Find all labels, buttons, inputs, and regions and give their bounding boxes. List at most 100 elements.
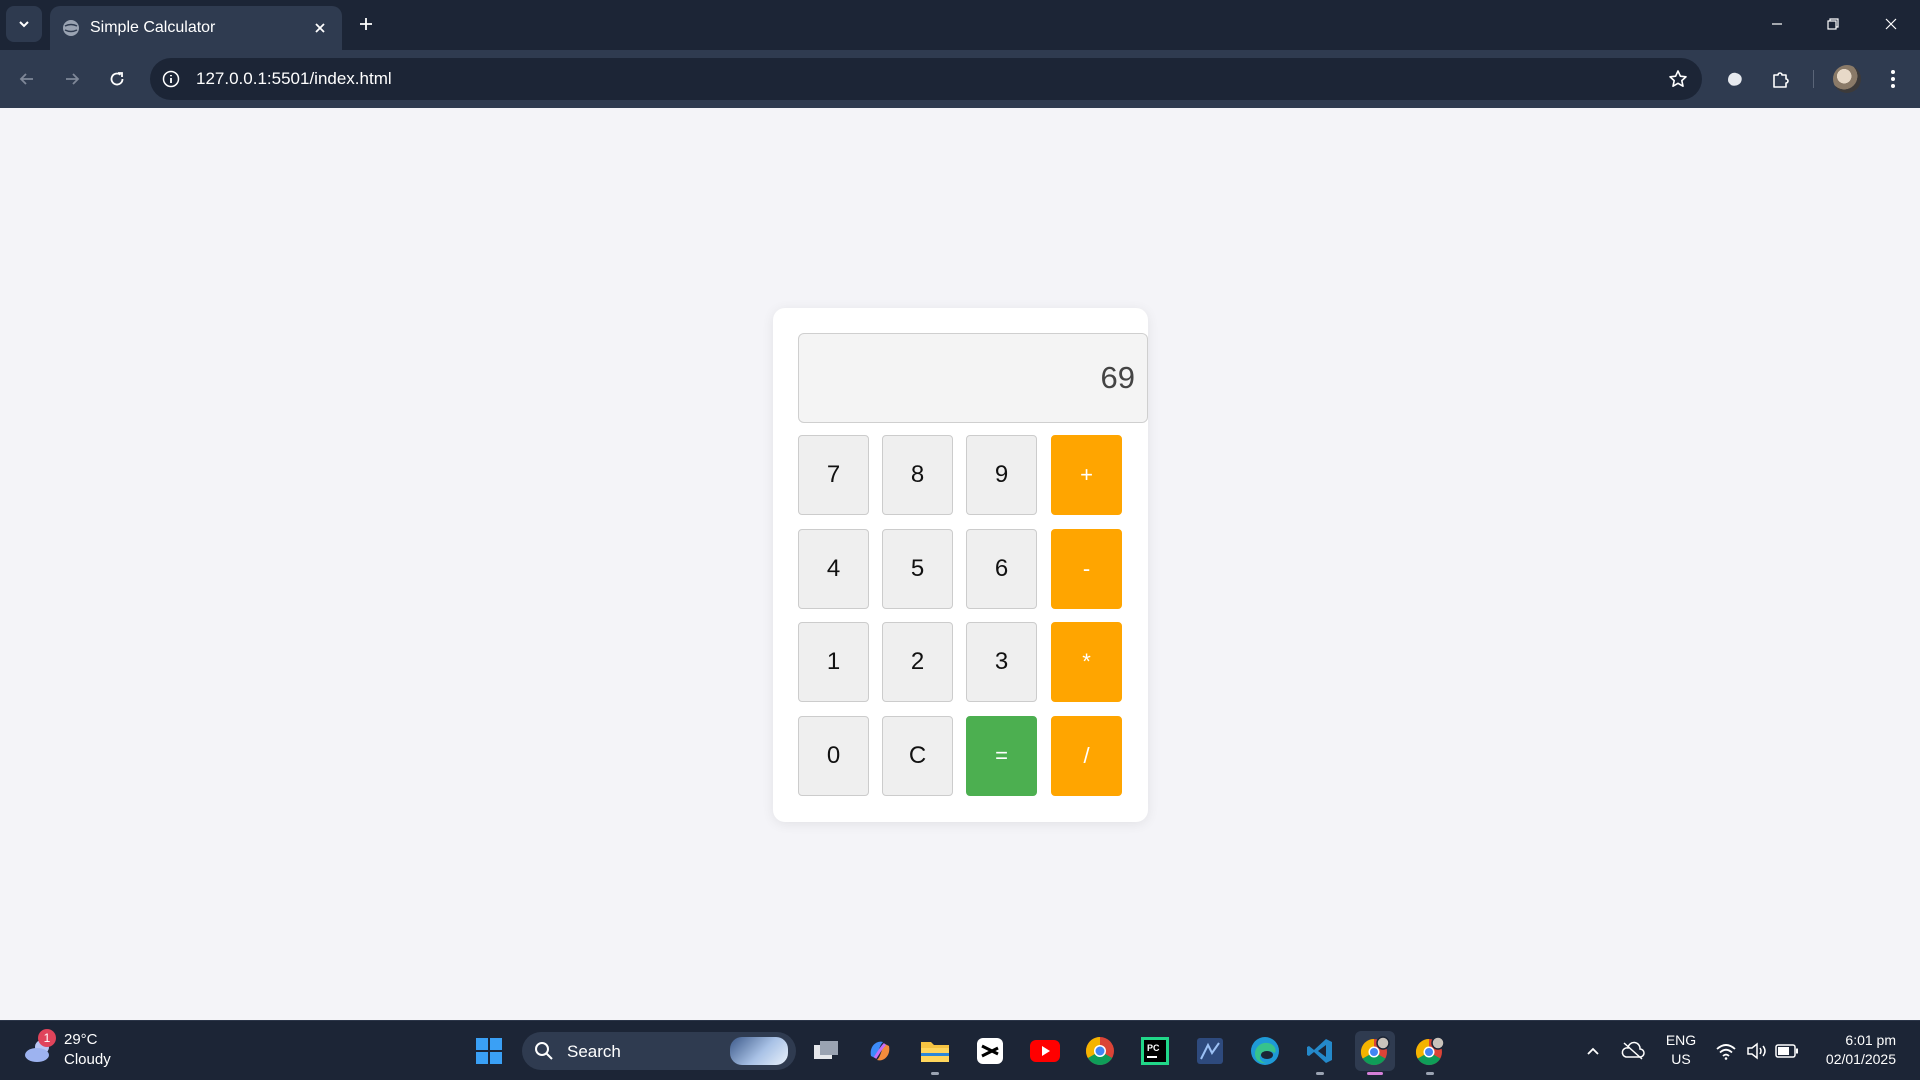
info-icon: [162, 70, 180, 88]
restore-button[interactable]: [1815, 10, 1851, 38]
capcut-icon: [977, 1038, 1003, 1064]
pycharm-icon: PC: [1141, 1037, 1169, 1065]
clock[interactable]: 6:01 pm 02/01/2025: [1812, 1031, 1896, 1069]
address-bar[interactable]: 127.0.0.1:5501/index.html: [150, 58, 1702, 100]
arrow-left-icon: [19, 73, 33, 85]
browser-tab-bar: Simple Calculator: [0, 0, 1920, 50]
taskbar: 1 29°C Cloudy Search PC ENG US 6:01 pm 0…: [0, 1020, 1920, 1080]
plus-icon: [360, 18, 372, 30]
clock-time: 6:01 pm: [1845, 1032, 1896, 1048]
minimize-icon: [1772, 23, 1782, 25]
running-indicator: [1316, 1072, 1324, 1075]
running-indicator: [931, 1072, 939, 1075]
svg-text:PC: PC: [1147, 1043, 1160, 1053]
extensions-menu-button[interactable]: [1764, 62, 1798, 96]
cloud-offline-icon: [1621, 1041, 1645, 1060]
extension-blob-icon: [1728, 72, 1742, 86]
search-icon: [535, 1042, 553, 1060]
language-region: US: [1671, 1051, 1691, 1067]
copilot-app[interactable]: [860, 1031, 900, 1071]
edge-app[interactable]: [1245, 1031, 1285, 1071]
profile-avatar[interactable]: [1833, 65, 1861, 93]
chevron-down-icon: [19, 21, 29, 28]
search-highlight-image: [730, 1037, 788, 1065]
speaker-icon: [1747, 1042, 1766, 1060]
input-language[interactable]: ENG US: [1664, 1031, 1698, 1069]
task-view-button[interactable]: [806, 1031, 846, 1071]
taskbar-search[interactable]: Search: [522, 1032, 796, 1070]
key-subtract[interactable]: -: [1051, 529, 1122, 609]
network-status[interactable]: [1714, 1039, 1738, 1063]
clock-date: 02/01/2025: [1825, 1051, 1896, 1067]
browser-toolbar: 127.0.0.1:5501/index.html: [0, 50, 1920, 108]
folder-icon: [921, 1042, 949, 1062]
key-9[interactable]: 9: [966, 435, 1037, 515]
star-icon: [1669, 70, 1687, 87]
browser-tab[interactable]: Simple Calculator: [50, 6, 342, 50]
key-7[interactable]: 7: [798, 435, 869, 515]
key-equals[interactable]: =: [966, 716, 1037, 796]
chrome-profile-app[interactable]: [1410, 1031, 1450, 1075]
key-add[interactable]: +: [1051, 435, 1122, 515]
chrome-icon: [1086, 1037, 1114, 1065]
close-window-button[interactable]: [1873, 10, 1909, 38]
show-hidden-icons-button[interactable]: [1581, 1039, 1605, 1063]
weather-description: Cloudy: [64, 1051, 111, 1068]
close-icon: [315, 23, 325, 33]
new-tab-button[interactable]: [352, 10, 380, 38]
onedrive-status[interactable]: [1621, 1039, 1645, 1063]
weather-temperature: 29°C: [64, 1031, 98, 1048]
key-multiply[interactable]: *: [1051, 622, 1122, 702]
forward-button[interactable]: [55, 62, 89, 96]
close-tab-button[interactable]: [310, 18, 330, 38]
capcut-app[interactable]: [970, 1031, 1010, 1071]
generic-app[interactable]: [1190, 1031, 1230, 1071]
volume-control[interactable]: [1745, 1039, 1769, 1063]
vscode-icon: [1307, 1039, 1332, 1063]
edge-icon: [1251, 1037, 1279, 1065]
minimize-button[interactable]: [1759, 10, 1795, 38]
key-clear[interactable]: C: [882, 716, 953, 796]
url-text: 127.0.0.1:5501/index.html: [196, 69, 392, 88]
youtube-app[interactable]: [1025, 1031, 1065, 1071]
key-2[interactable]: 2: [882, 622, 953, 702]
start-button[interactable]: [469, 1031, 509, 1071]
windows-logo-icon: [476, 1038, 502, 1064]
language-code: ENG: [1665, 1032, 1697, 1048]
key-4[interactable]: 4: [798, 529, 869, 609]
restore-icon: [1827, 18, 1839, 30]
battery-status[interactable]: [1775, 1039, 1799, 1063]
chevron-up-icon: [1587, 1047, 1599, 1055]
wifi-icon: [1716, 1044, 1736, 1060]
file-explorer-app[interactable]: [915, 1031, 955, 1075]
site-info-button[interactable]: [160, 68, 182, 90]
app-icon: [1197, 1038, 1223, 1064]
vscode-app[interactable]: [1300, 1031, 1340, 1075]
key-6[interactable]: 6: [966, 529, 1037, 609]
key-divide[interactable]: /: [1051, 716, 1122, 796]
key-3[interactable]: 3: [966, 622, 1037, 702]
display-value: 69: [1100, 360, 1135, 395]
tab-title: Simple Calculator: [90, 19, 216, 36]
notification-badge: 1: [38, 1029, 56, 1047]
close-icon: [1885, 18, 1897, 30]
chrome-profile-icon: [1360, 1036, 1390, 1066]
pycharm-app[interactable]: PC: [1135, 1031, 1175, 1071]
chrome-app[interactable]: [1080, 1031, 1120, 1071]
key-0[interactable]: 0: [798, 716, 869, 796]
bookmark-button[interactable]: [1666, 67, 1690, 91]
key-8[interactable]: 8: [882, 435, 953, 515]
back-button[interactable]: [10, 62, 44, 96]
tab-search-button[interactable]: [6, 6, 42, 42]
key-1[interactable]: 1: [798, 622, 869, 702]
key-5[interactable]: 5: [882, 529, 953, 609]
reload-icon: [110, 72, 124, 86]
chrome-profile-app-active[interactable]: [1355, 1031, 1395, 1075]
reload-button[interactable]: [100, 62, 134, 96]
extension-button[interactable]: [1718, 62, 1752, 96]
browser-menu-button[interactable]: [1876, 62, 1910, 96]
youtube-icon: [1030, 1040, 1060, 1062]
arrow-right-icon: [66, 73, 80, 85]
calculator-display[interactable]: 69: [798, 333, 1148, 423]
toolbar-divider: [1813, 70, 1814, 88]
